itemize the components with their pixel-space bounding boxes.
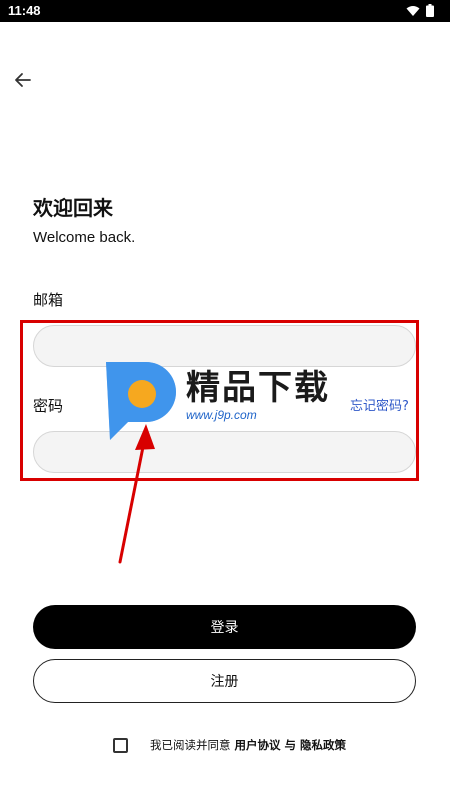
watermark-title: 精品下载	[186, 368, 330, 408]
status-bar: 11:48	[0, 0, 450, 22]
status-time: 11:48	[8, 3, 41, 18]
back-button[interactable]	[12, 69, 34, 91]
page-subtitle: Welcome back.	[33, 229, 136, 246]
privacy-policy-link[interactable]: 隐私政策	[300, 737, 346, 753]
forgot-password-link[interactable]: 忘记密码?	[350, 395, 409, 414]
register-button[interactable]: 注册	[33, 659, 416, 703]
agreement-checkbox[interactable]	[113, 737, 128, 753]
page-title: 欢迎回来	[33, 196, 113, 220]
login-button[interactable]: 登录	[33, 605, 416, 649]
agreement-conjunction: 与	[284, 738, 297, 752]
email-label: 邮箱	[33, 291, 64, 309]
agreement-text: 我已阅读并同意	[150, 738, 231, 752]
password-input[interactable]	[33, 431, 416, 473]
watermark-url: www.j9p.com	[186, 408, 257, 422]
wifi-icon	[406, 5, 420, 16]
status-icons	[406, 4, 434, 17]
password-label: 密码	[33, 397, 64, 415]
email-input[interactable]	[33, 325, 416, 367]
user-agreement-link[interactable]: 用户协议	[235, 737, 281, 753]
arrow-left-icon	[15, 73, 31, 87]
agreement-row: 我已阅读并同意 用户协议 与 隐私政策	[113, 737, 346, 753]
battery-icon	[426, 4, 434, 17]
